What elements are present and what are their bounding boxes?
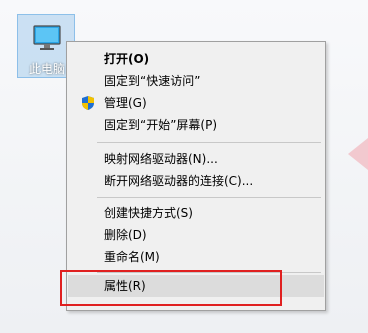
menu-item-label: 断开网络驱动器的连接(C)... bbox=[104, 174, 254, 188]
menu-item-label: 重命名(M) bbox=[104, 250, 160, 264]
highlight-annotation-box bbox=[60, 270, 282, 306]
decorative-arrow-shape bbox=[348, 138, 368, 170]
menu-separator bbox=[97, 197, 321, 198]
menu-item-label: 映射网络驱动器(N)... bbox=[104, 152, 218, 166]
menu-item-label: 打开(O) bbox=[104, 52, 150, 66]
desktop: 此电脑 打开(O) 固定到“快速访问” 管理(G) 固定到“开始”屏幕(P) 映… bbox=[0, 0, 368, 333]
menu-item-pin-quick-access[interactable]: 固定到“快速访问” bbox=[68, 70, 324, 92]
menu-item-open[interactable]: 打开(O) bbox=[68, 48, 324, 70]
menu-item-map-network-drive[interactable]: 映射网络驱动器(N)... bbox=[68, 148, 324, 170]
menu-item-delete[interactable]: 删除(D) bbox=[68, 224, 324, 246]
menu-item-pin-start[interactable]: 固定到“开始”屏幕(P) bbox=[68, 114, 324, 136]
menu-item-disconnect-network-drive[interactable]: 断开网络驱动器的连接(C)... bbox=[68, 170, 324, 192]
menu-item-label: 创建快捷方式(S) bbox=[104, 206, 193, 220]
monitor-icon bbox=[33, 25, 61, 50]
menu-item-label: 固定到“开始”屏幕(P) bbox=[104, 118, 218, 132]
menu-item-create-shortcut[interactable]: 创建快捷方式(S) bbox=[68, 202, 324, 224]
menu-item-label: 固定到“快速访问” bbox=[104, 74, 201, 88]
menu-item-manage[interactable]: 管理(G) bbox=[68, 92, 324, 114]
menu-item-rename[interactable]: 重命名(M) bbox=[68, 246, 324, 268]
menu-item-label: 管理(G) bbox=[104, 96, 147, 110]
shield-icon bbox=[82, 96, 94, 110]
menu-separator bbox=[97, 142, 321, 143]
menu-item-label: 删除(D) bbox=[104, 228, 147, 242]
